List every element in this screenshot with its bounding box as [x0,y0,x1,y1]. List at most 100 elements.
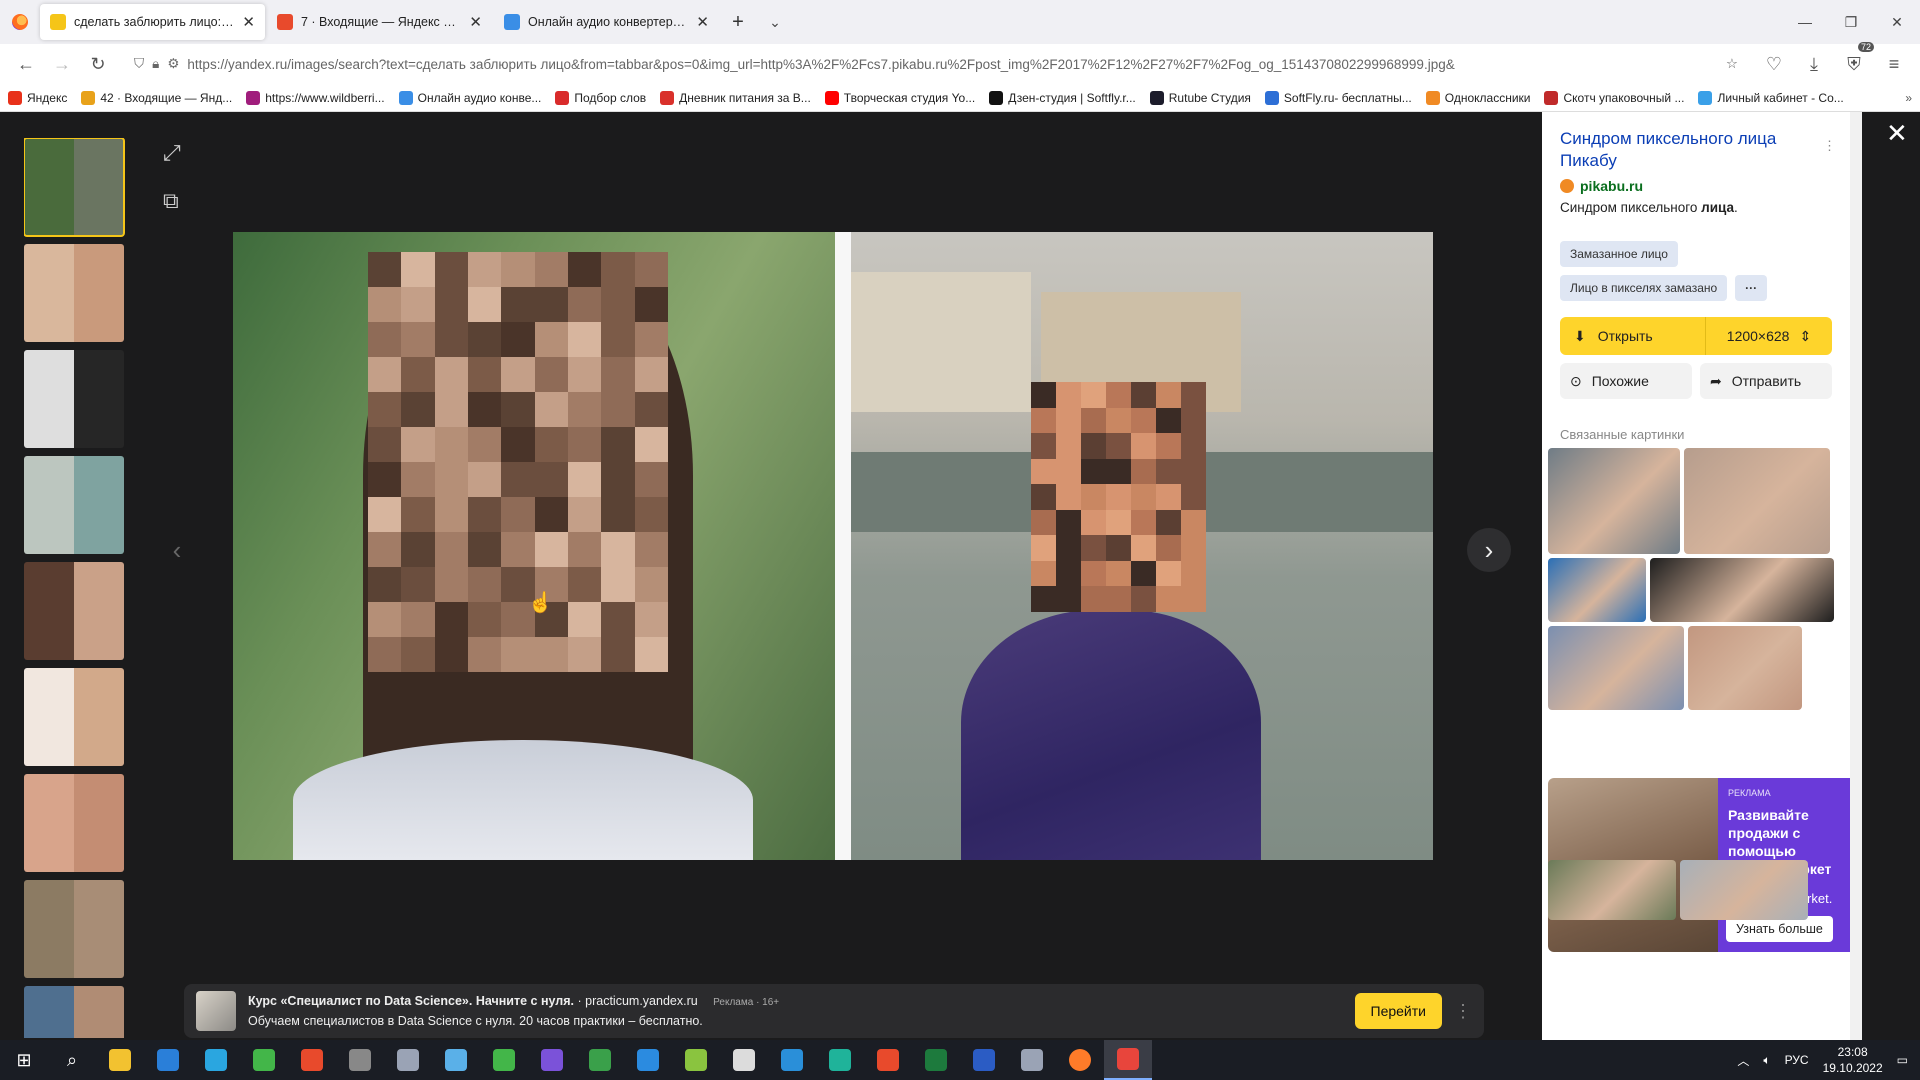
taskbar-app-icon[interactable] [192,1040,240,1080]
tag-chip[interactable]: Лицо в пикселях замазано [1560,275,1728,301]
taskbar-app-icon[interactable] [432,1040,480,1080]
bookmark-item[interactable]: 42 · Входящие — Янд... [81,90,232,105]
taskbar-app-icon[interactable] [1056,1040,1104,1080]
ad-go-button[interactable]: Перейти [1354,993,1442,1029]
taskbar-app-icon[interactable] [336,1040,384,1080]
bookmark-item[interactable]: SoftFly.ru- бесплатны... [1264,90,1412,105]
ad-title[interactable]: Курс «Специалист по Data Science». Начни… [248,994,574,1008]
notifications-icon[interactable]: ▭ [1897,1053,1908,1067]
volume-icon[interactable]: 🔈︎ [1763,1053,1770,1068]
close-tab-icon[interactable]: ✕ [696,13,709,31]
thumbnail[interactable] [24,562,124,660]
fullscreen-icon[interactable]: ⤢ [163,140,181,166]
search-icon[interactable]: ⌕ [48,1040,96,1080]
thumbnail[interactable] [24,774,124,872]
similar-button[interactable]: ⊙ Похожие [1560,363,1692,399]
back-icon[interactable]: ← [10,48,42,80]
bookmark-item[interactable]: Яндекс [8,90,67,105]
taskbar-app-icon[interactable] [768,1040,816,1080]
taskbar-app-icon[interactable] [1104,1040,1152,1080]
bookmark-item[interactable]: Творческая студия Yo... [824,90,975,105]
panel-menu-icon[interactable]: ⋮ [1823,138,1836,154]
related-image[interactable] [1680,860,1808,920]
related-image[interactable] [1548,860,1676,920]
thumbnail[interactable] [24,880,124,978]
taskbar-app-icon[interactable] [480,1040,528,1080]
downloads-icon[interactable]: ⤓ [1798,48,1830,80]
taskbar-app-icon[interactable] [912,1040,960,1080]
bookmark-item[interactable]: https://www.wildberri... [246,90,385,105]
thumbnail[interactable] [24,986,124,1038]
share-button[interactable]: ➦ Отправить [1700,363,1832,399]
pocket-icon[interactable]: ♡ [1758,48,1790,80]
ad-menu-icon[interactable]: ⋮ [1454,1001,1472,1022]
close-tab-icon[interactable]: ✕ [242,13,255,31]
close-tab-icon[interactable]: ✕ [469,13,482,31]
size-select[interactable]: 1200×628 ⇕ [1706,317,1832,355]
permissions-icon[interactable]: ⚙ [167,56,179,72]
taskbar-app-icon[interactable] [96,1040,144,1080]
source-title-link[interactable]: Синдром пиксельного лица Пикабу [1560,128,1832,172]
open-button[interactable]: ⬇ Открыть [1560,317,1706,355]
source-domain-label[interactable]: pikabu.ru [1580,178,1643,194]
taskbar-app-icon[interactable] [144,1040,192,1080]
panel-scrollbar[interactable] [1850,112,1862,1040]
bookmark-item[interactable]: Одноклассники [1425,90,1530,105]
start-icon[interactable]: ⊞ [0,1040,48,1080]
taskbar-app-icon[interactable] [240,1040,288,1080]
taskbar-app-icon[interactable] [816,1040,864,1080]
taskbar-app-icon[interactable] [864,1040,912,1080]
thumbnail[interactable] [24,456,124,554]
app-menu-icon[interactable]: ≡ [1878,48,1910,80]
source-domain[interactable]: pikabu.ru [1560,178,1832,194]
taskbar-app-icon[interactable] [960,1040,1008,1080]
related-image[interactable] [1548,558,1646,622]
list-all-tabs-icon[interactable]: ⌄ [755,14,795,31]
bookmark-item[interactable]: Подбор слов [555,90,646,105]
language-indicator[interactable]: РУС [1785,1053,1809,1067]
tracking-shield-icon[interactable]: ⛉ [134,56,144,72]
next-image-button[interactable]: › [1467,528,1511,572]
bookmarks-overflow-icon[interactable]: » [1905,91,1912,105]
related-image[interactable] [1688,626,1802,710]
taskbar-app-icon[interactable] [576,1040,624,1080]
main-image[interactable] [233,232,1433,860]
reload-icon[interactable]: ↻ [82,48,114,80]
thumbnail[interactable] [24,668,124,766]
close-viewer-icon[interactable]: ✕ [1886,118,1908,149]
browser-tab[interactable]: 7 · Входящие — Яндекс Почта ✕ [267,4,492,40]
tray-chevron-icon[interactable]: ︿ [1737,1052,1749,1069]
url-text[interactable]: https://yandex.ru/images/search?text=сде… [187,57,1717,72]
ad-banner[interactable]: Курс «Специалист по Data Science». Начни… [184,984,1484,1038]
thumbnail[interactable] [24,138,125,237]
clock[interactable]: 23:08 19.10.2022 [1823,1044,1883,1076]
crop-icon[interactable]: ⧉ [163,188,179,214]
related-image[interactable] [1548,626,1684,710]
bookmark-item[interactable]: Онлайн аудио конве... [398,90,541,105]
previous-image-button[interactable]: ‹ [155,528,199,572]
taskbar-app-icon[interactable] [384,1040,432,1080]
bookmark-item[interactable]: Дзен-студия | Softfly.r... [989,90,1136,105]
taskbar-app-icon[interactable] [720,1040,768,1080]
related-image[interactable] [1548,448,1680,554]
taskbar-app-icon[interactable] [528,1040,576,1080]
tags-more-button[interactable]: ··· [1735,275,1768,301]
bookmark-item[interactable]: Скотч упаковочный ... [1544,90,1684,105]
restore-icon[interactable]: ❐ [1828,14,1874,31]
close-window-icon[interactable]: ✕ [1874,14,1920,31]
related-image[interactable] [1684,448,1830,554]
forward-icon[interactable]: → [46,48,78,80]
bookmark-item[interactable]: Дневник питания за В... [660,90,811,105]
address-bar[interactable]: ⛉ 🔒︎ ⚙ https://yandex.ru/images/search?t… [124,48,1748,80]
minimize-icon[interactable]: — [1782,14,1828,30]
ad-domain[interactable]: · practicum.yandex.ru [578,994,698,1008]
related-image[interactable] [1650,558,1834,622]
taskbar-app-icon[interactable] [288,1040,336,1080]
browser-tab[interactable]: Онлайн аудио конвертер - ко ✕ [494,4,719,40]
thumbnail[interactable] [24,244,124,342]
firefox-menu-button[interactable] [0,0,40,44]
bookmark-item[interactable]: Rutube Студия [1149,90,1251,105]
bookmark-item[interactable]: Личный кабинет - Со... [1698,90,1844,105]
taskbar-app-icon[interactable] [1008,1040,1056,1080]
thumbnail[interactable] [24,350,124,448]
